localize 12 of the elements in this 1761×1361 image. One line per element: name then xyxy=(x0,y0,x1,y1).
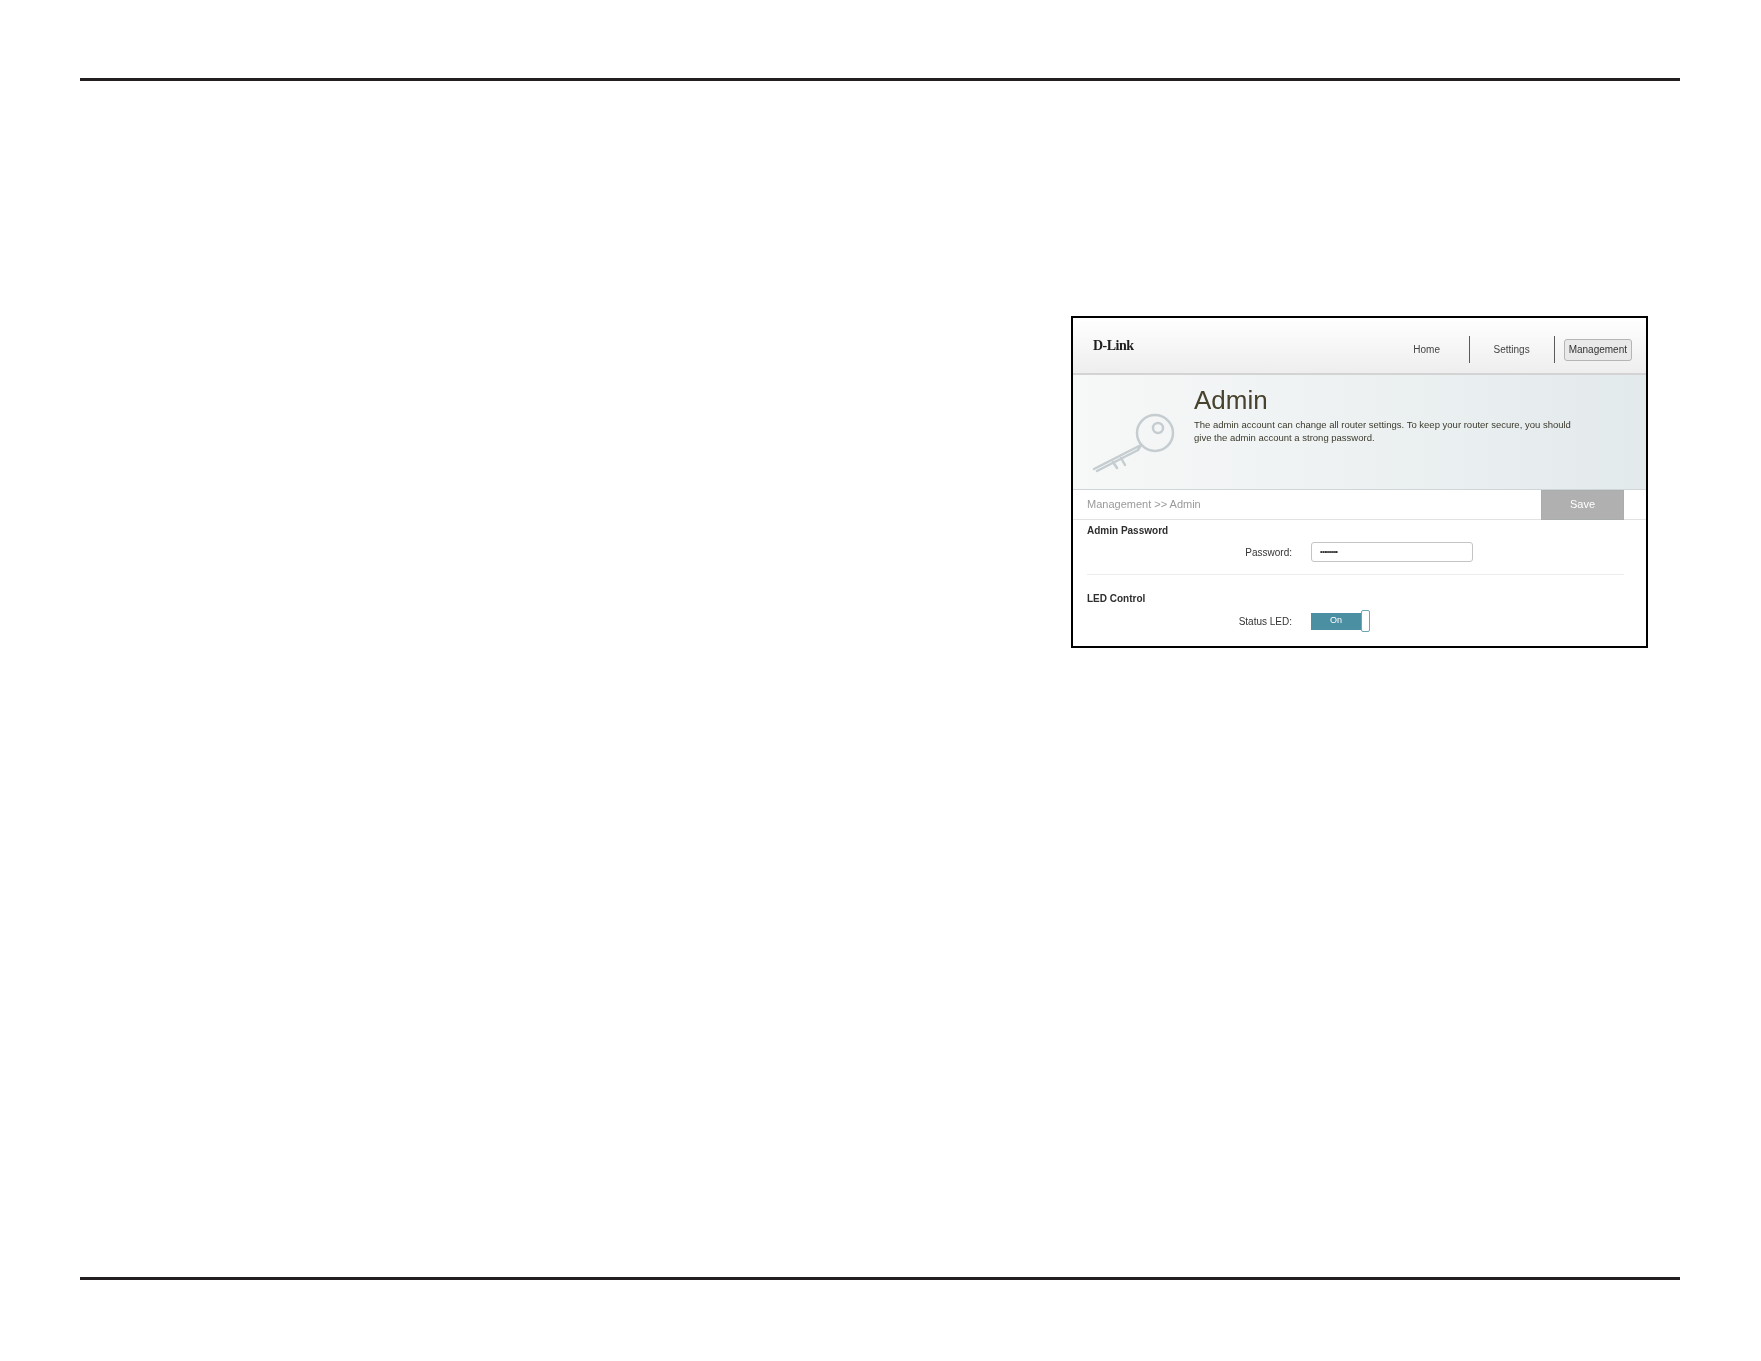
section-heading: LED Control xyxy=(1087,593,1146,605)
nav-tab[interactable]: Home xyxy=(1413,339,1440,360)
page-title: Admin xyxy=(1194,385,1268,415)
key-icon xyxy=(1091,412,1177,473)
logo: D-Link xyxy=(1093,337,1134,355)
nav-tab[interactable]: Settings xyxy=(1493,339,1530,360)
page-description: The admin account can change all router settings. To keep your router secure, you should give the admin account a strong password. xyxy=(1194,418,1572,444)
field-label: Password: xyxy=(1244,545,1292,560)
nav-tab[interactable]: Management xyxy=(1563,338,1632,361)
field-label: Status LED: xyxy=(1237,614,1292,629)
breadcrumb: Management >> Admin xyxy=(1087,497,1201,513)
section-heading: Admin Password xyxy=(1087,525,1169,537)
